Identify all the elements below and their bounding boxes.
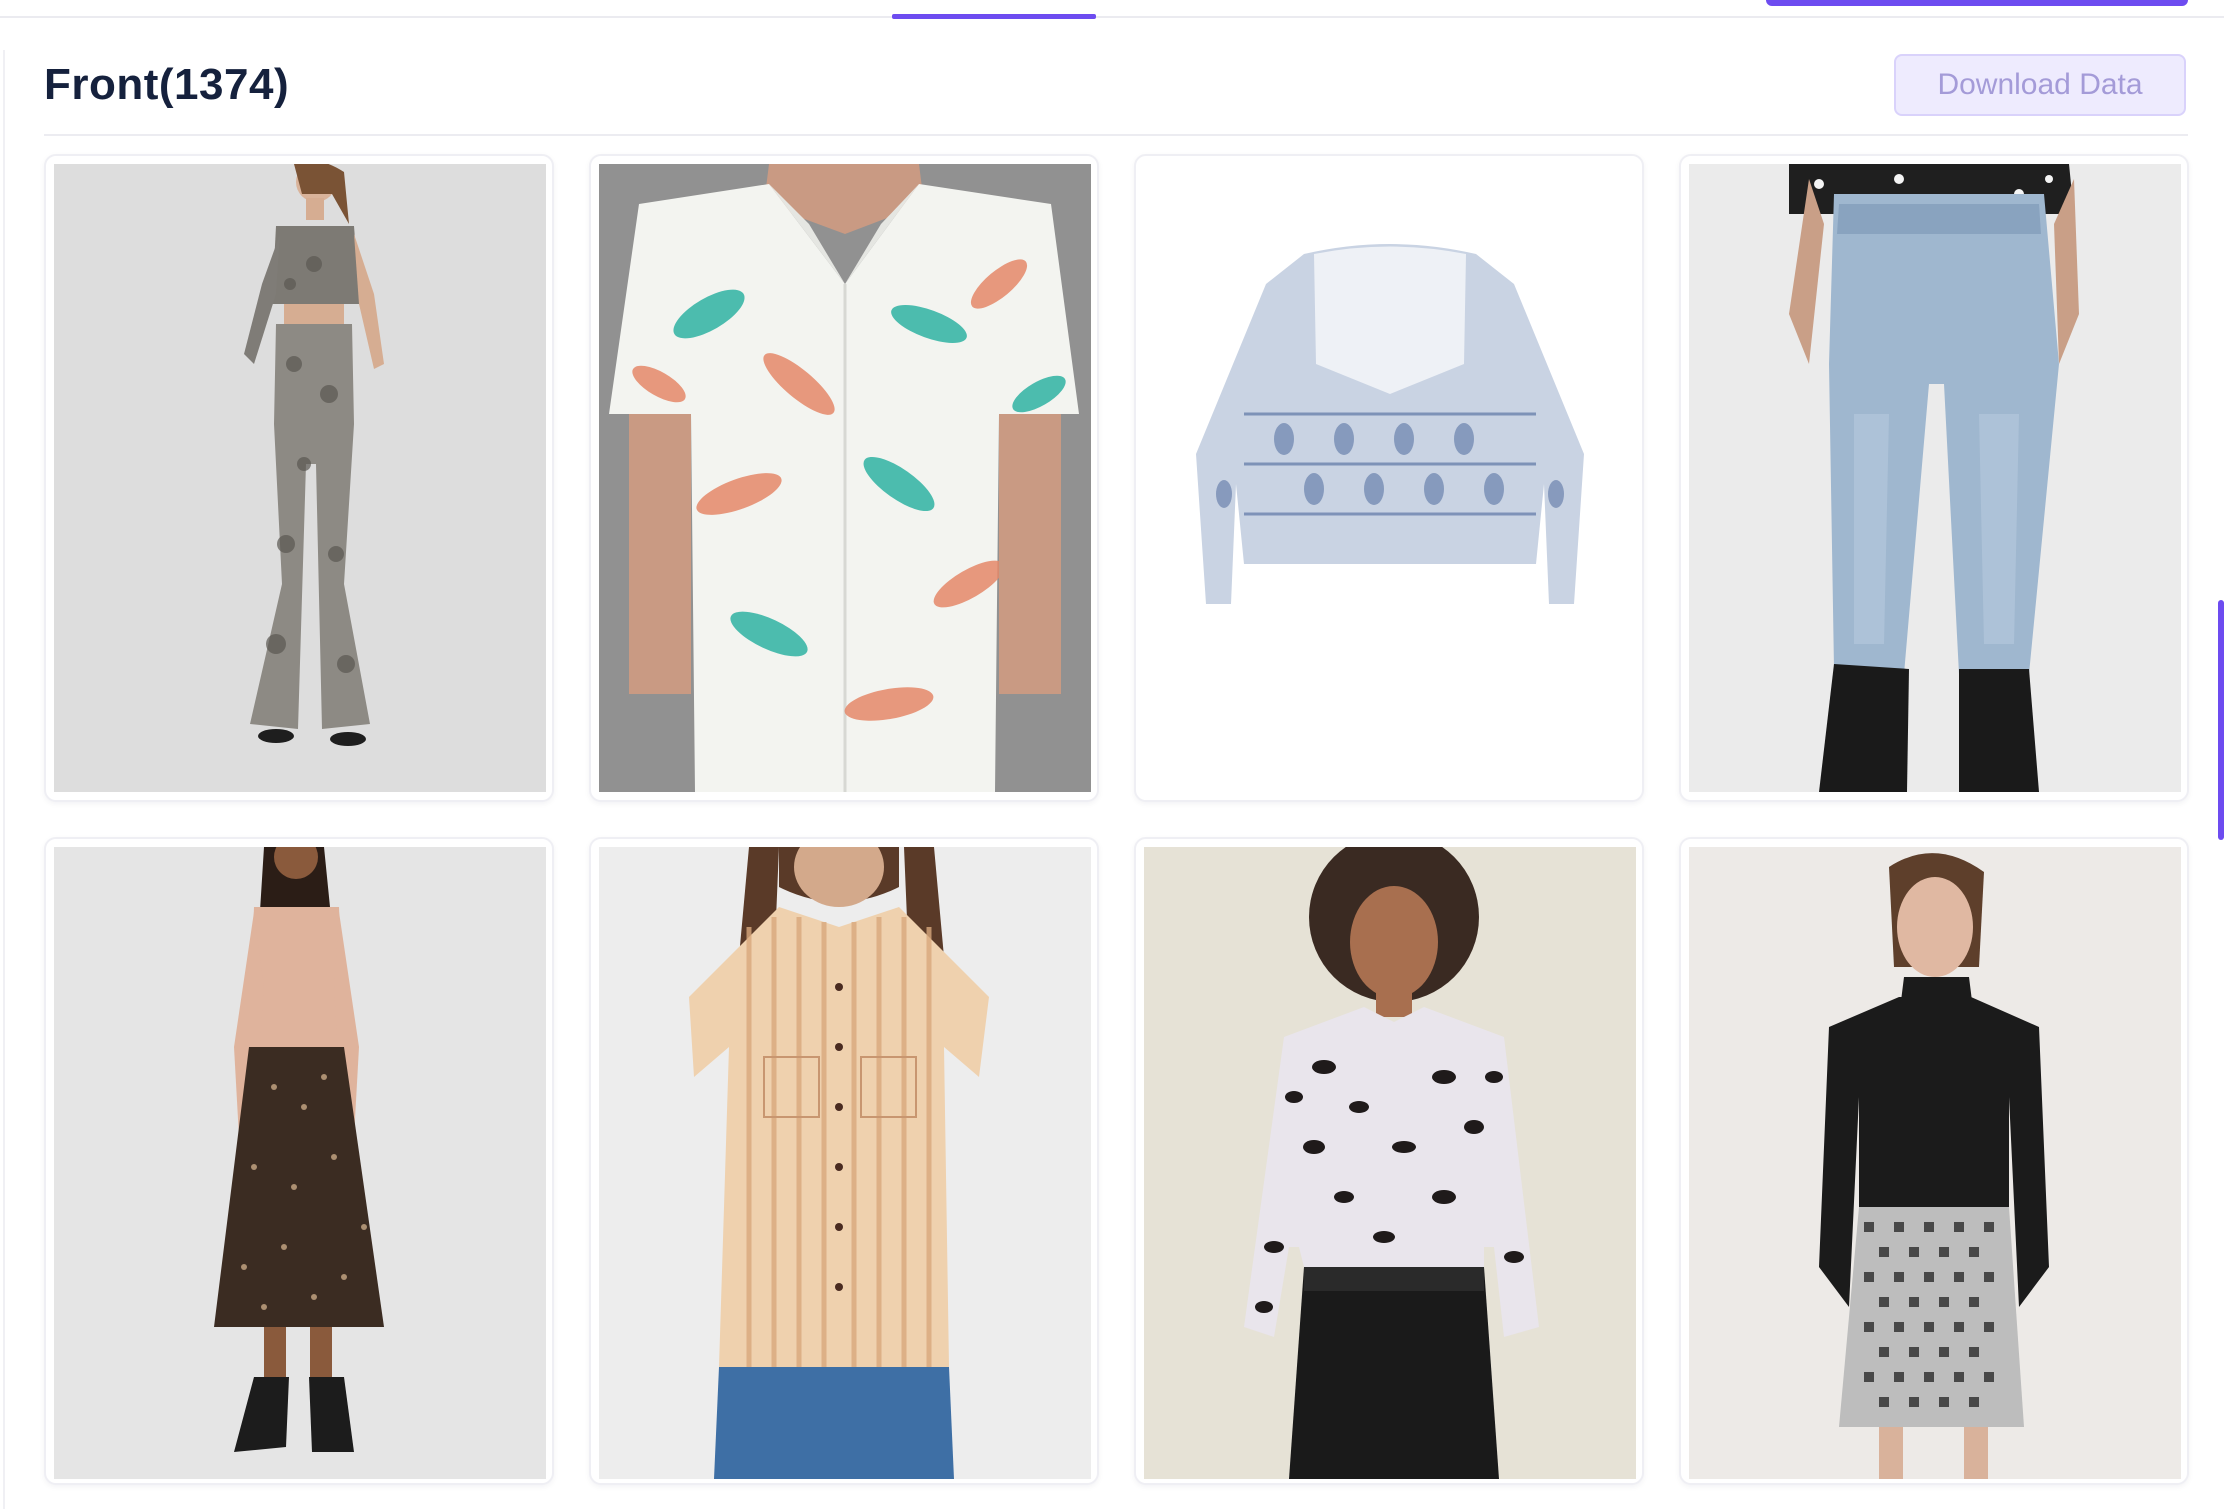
- left-divider: [3, 50, 5, 1509]
- product-card[interactable]: [1679, 837, 2189, 1485]
- download-data-button[interactable]: Download Data: [1894, 54, 2186, 116]
- product-card[interactable]: [1679, 154, 2189, 802]
- section-title: Front(1374): [44, 60, 290, 109]
- product-image-midi-skirt-outfit: [54, 847, 546, 1479]
- product-image-snakeskin-outfit: [54, 164, 546, 792]
- product-image-mom-jeans: [1689, 164, 2181, 792]
- product-card[interactable]: [44, 154, 554, 802]
- product-grid: [44, 154, 2189, 1485]
- product-image-houndstooth-outfit: [1689, 847, 2181, 1479]
- section-header: Front(1374) Download Data: [44, 50, 2188, 136]
- scrollbar-thumb[interactable]: [2218, 600, 2224, 840]
- product-card[interactable]: [589, 837, 1099, 1485]
- top-action-button[interactable]: [1766, 0, 2188, 6]
- product-image-paisley-blouse: [1144, 164, 1636, 792]
- product-card[interactable]: [589, 154, 1099, 802]
- product-card[interactable]: [44, 837, 554, 1485]
- product-image-leopard-shirt: [1144, 847, 1636, 1479]
- product-card[interactable]: [1134, 154, 1644, 802]
- product-image-tropical-shirt: [599, 164, 1091, 792]
- product-card[interactable]: [1134, 837, 1644, 1485]
- active-tab-indicator: [892, 14, 1096, 19]
- product-image-striped-shirt: [599, 847, 1091, 1479]
